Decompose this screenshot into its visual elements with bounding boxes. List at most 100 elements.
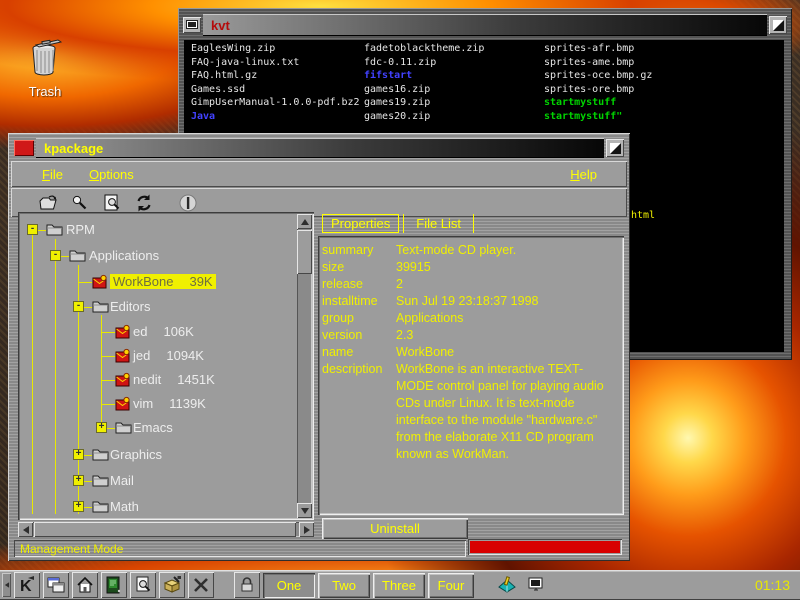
find-files-button[interactable] <box>130 572 156 598</box>
kpackage-maximize-button[interactable] <box>606 139 624 157</box>
uninstall-button[interactable]: Uninstall <box>322 518 468 539</box>
menu-file[interactable]: File <box>42 167 63 182</box>
property-key: version <box>322 327 396 344</box>
expand-icon[interactable]: + <box>73 501 84 512</box>
tree-item-math[interactable]: + Math <box>20 498 295 516</box>
scrollbar-thumb[interactable] <box>34 522 296 537</box>
kpackage-window-menu-button[interactable] <box>14 140 34 156</box>
kvt-task-button[interactable] <box>523 572 549 598</box>
panel-hide-button[interactable] <box>2 573 11 597</box>
scrollbar-thumb[interactable] <box>297 230 312 274</box>
package-tree-pane: - RPM - Applications WorkBone39K - Edito… <box>18 212 314 520</box>
tree-item-ed[interactable]: ed106K <box>20 323 295 341</box>
home-icon <box>75 575 95 595</box>
property-value: WorkBone <box>396 344 604 361</box>
tab-properties[interactable]: Properties <box>322 214 399 233</box>
tree-item-nedit[interactable]: nedit1451K <box>20 371 295 389</box>
kvt-titlebar[interactable]: kvt <box>183 14 787 36</box>
scroll-left-button[interactable] <box>18 522 33 537</box>
tree-item-editors[interactable]: - Editors <box>20 298 295 316</box>
progress-fill <box>470 541 620 553</box>
tree-item-jed[interactable]: jed1094K <box>20 347 295 365</box>
lock-screen-button[interactable] <box>234 572 260 598</box>
kpackage-titlebar[interactable]: kpackage <box>14 138 624 158</box>
kvt-maximize-button[interactable] <box>769 16 787 34</box>
scroll-up-button[interactable] <box>297 214 312 229</box>
help-book-icon <box>496 575 518 595</box>
property-key: release <box>322 276 396 293</box>
arrow-left-icon <box>4 582 8 588</box>
taskbar-clock: 01:13 <box>755 577 796 593</box>
tree-item-rpm[interactable]: - RPM <box>20 221 295 239</box>
k-menu-button[interactable]: K <box>14 572 40 598</box>
tree-horizontal-scrollbar[interactable] <box>18 522 314 537</box>
terminal-cell: sprites-afr.bmp <box>544 43 634 54</box>
property-key: name <box>322 344 396 361</box>
tree-item-workbone[interactable]: WorkBone39K <box>20 273 295 291</box>
property-row: installtimeSun Jul 19 23:18:37 1998 <box>322 293 620 310</box>
package-icon <box>115 396 132 411</box>
tree-vertical-scrollbar[interactable] <box>297 214 312 518</box>
collapse-icon[interactable]: - <box>73 301 84 312</box>
tree-item-graphics[interactable]: + Graphics <box>20 446 295 464</box>
tree-item-label: Emacs <box>133 420 173 435</box>
arrow-left-icon <box>23 526 29 534</box>
property-row: release2 <box>322 276 620 293</box>
folder-icon <box>92 473 109 488</box>
collapse-icon[interactable]: - <box>50 250 61 261</box>
window-list-button[interactable] <box>43 572 69 598</box>
terminal-app-button[interactable] <box>101 572 127 598</box>
kvt-window-menu-button[interactable] <box>183 17 201 33</box>
expand-icon[interactable]: + <box>96 422 107 433</box>
open-folder-icon <box>37 192 59 214</box>
terminal-cell: fadetoblacktheme.zip <box>364 43 484 54</box>
expand-icon[interactable]: + <box>73 449 84 460</box>
terminal-row: FAQ.html.gz fifstart sprites-oce.bmp.gz <box>184 70 784 83</box>
terminal-cell: startmystuff <box>544 97 616 108</box>
arrow-up-icon <box>301 219 309 225</box>
desktop-button-four[interactable]: Four <box>428 573 474 598</box>
property-key: description <box>322 361 396 463</box>
tab-file-list[interactable]: File List <box>408 215 469 232</box>
property-row: version2.3 <box>322 327 620 344</box>
tree-item-size: 39K <box>189 274 212 289</box>
desktop-button-one[interactable]: One <box>263 573 315 598</box>
property-key: installtime <box>322 293 396 310</box>
tree-item-applications[interactable]: - Applications <box>20 247 295 265</box>
desktop-button-two[interactable]: Two <box>318 573 370 598</box>
xkill-button[interactable] <box>188 572 214 598</box>
expand-icon[interactable]: + <box>73 475 84 486</box>
folder-icon <box>46 222 63 237</box>
trash-desktop-icon[interactable]: Trash <box>10 36 80 99</box>
menubar: File Options Help <box>11 161 627 187</box>
scroll-down-button[interactable] <box>297 503 312 518</box>
home-button[interactable] <box>72 572 98 598</box>
terminal-cell: sprites-ame.bmp <box>544 57 634 68</box>
help-button[interactable] <box>494 572 520 598</box>
property-value: Text-mode CD player. <box>396 242 604 259</box>
package-icon <box>115 324 132 339</box>
desktop-button-three[interactable]: Three <box>373 573 425 598</box>
collapse-icon[interactable]: - <box>27 224 38 235</box>
terminal-row: FAQ-java-linux.txt fdc-0.11.zip sprites-… <box>184 57 784 70</box>
tree-item-emacs[interactable]: + Emacs <box>20 419 295 437</box>
package-manager-button[interactable] <box>159 572 185 598</box>
tree-item-size: 1451K <box>177 372 215 387</box>
tree-item-vim[interactable]: vim1139K <box>20 395 295 413</box>
property-row: nameWorkBone <box>322 344 620 361</box>
terminal-cell: Games.ssd <box>191 84 245 95</box>
scroll-right-button[interactable] <box>299 522 314 537</box>
terminal-row: EaglesWing.zip fadetoblacktheme.zip spri… <box>184 43 784 56</box>
package-icon <box>115 372 132 387</box>
terminal-cell: games20.zip <box>364 111 430 122</box>
tree-item-label: Editors <box>110 299 150 314</box>
tree-item-mail[interactable]: + Mail <box>20 472 295 490</box>
menu-options[interactable]: Options <box>89 167 134 182</box>
tree-item-label: Applications <box>89 248 159 263</box>
kvt-window-title: kvt <box>203 18 230 33</box>
package-icon <box>92 274 109 289</box>
package-tools-icon <box>162 575 182 595</box>
folder-icon <box>92 447 109 462</box>
find-file-icon <box>133 575 153 595</box>
menu-help[interactable]: Help <box>570 167 597 182</box>
